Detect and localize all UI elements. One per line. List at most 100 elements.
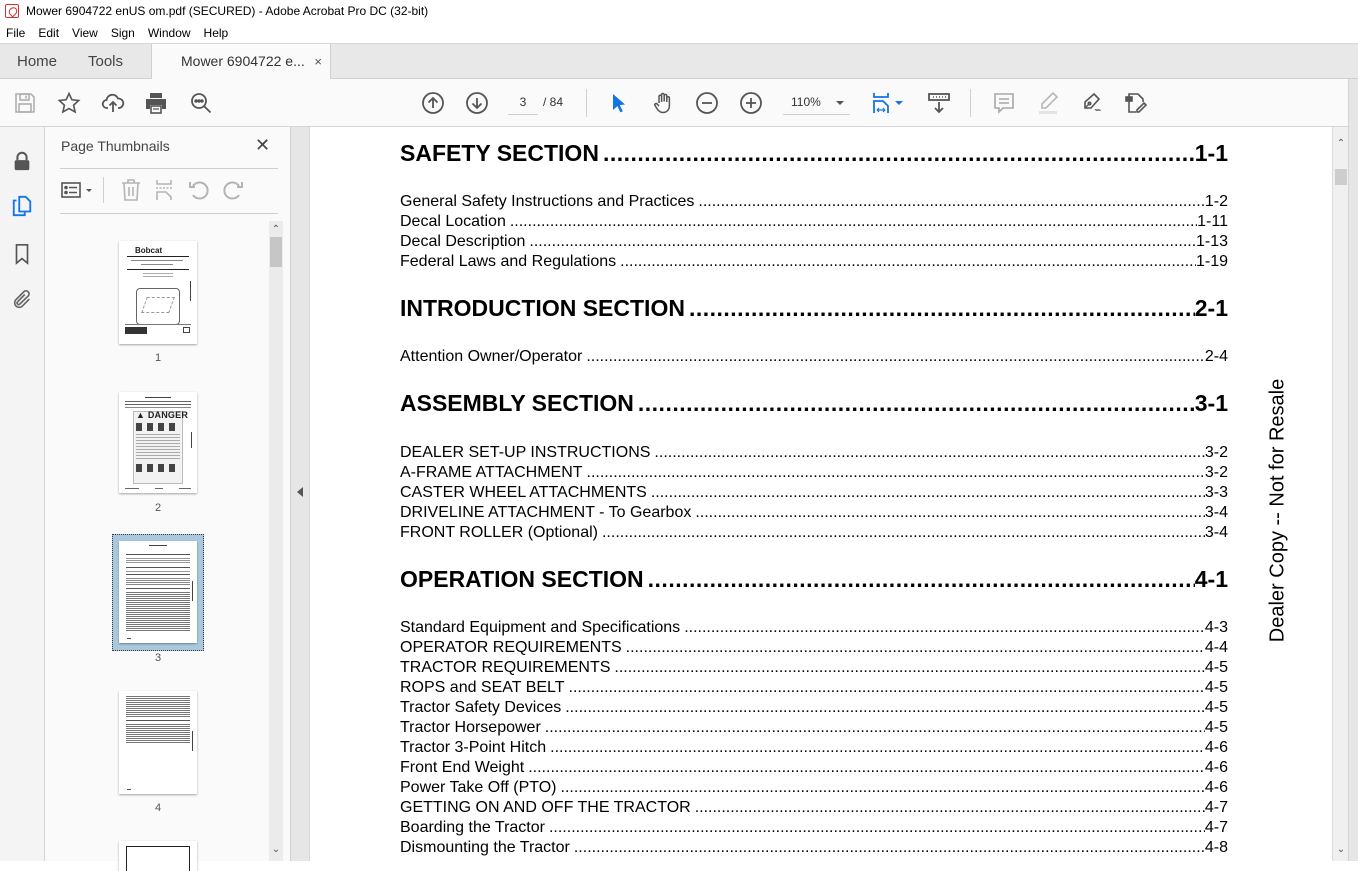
collapse-panel-icon[interactable] bbox=[297, 487, 303, 497]
toc-entry[interactable]: FRONT ROLLER (Optional)3-4 bbox=[400, 524, 1228, 542]
save-icon[interactable] bbox=[13, 91, 37, 115]
toc-entry[interactable]: Federal Laws and Regulations1-19 bbox=[400, 253, 1228, 271]
menu-edit[interactable]: Edit bbox=[32, 26, 66, 40]
toc-entry[interactable]: OPERATOR REQUIREMENTS4-4 bbox=[400, 639, 1228, 657]
page-thumbnail-2[interactable]: ▲ DANGER bbox=[119, 392, 197, 493]
toc-entry[interactable]: DEALER SET-UP INSTRUCTIONS3-2 bbox=[400, 444, 1228, 462]
bookmark-star-icon[interactable] bbox=[57, 91, 81, 115]
bookmark-icon[interactable] bbox=[10, 242, 34, 266]
upload-icon[interactable] bbox=[101, 91, 125, 115]
toc-entry[interactable]: Boarding the Tractor4-7 bbox=[400, 819, 1228, 837]
scroll-mode-icon[interactable] bbox=[927, 91, 951, 115]
thumbnail-brand: Bobcat bbox=[135, 246, 163, 255]
chevron-down-icon bbox=[836, 101, 844, 105]
page-thumbnail-3[interactable] bbox=[119, 541, 197, 643]
page-thumbnail-label: 3 bbox=[154, 652, 162, 664]
toc-section-heading[interactable]: SAFETY SECTION1-1 bbox=[400, 140, 1228, 167]
toc-section-heading[interactable]: INTRODUCTION SECTION2-1 bbox=[400, 295, 1228, 322]
toc-section-heading[interactable]: OPERATION SECTION4-1 bbox=[400, 566, 1228, 593]
tab-home[interactable]: Home bbox=[17, 44, 57, 79]
print-icon[interactable] bbox=[144, 91, 168, 115]
tab-bar: Home Tools Mower 6904722 e... × bbox=[0, 43, 1358, 80]
thumbnail-danger-banner: ▲ DANGER bbox=[136, 410, 189, 420]
next-page-icon[interactable] bbox=[465, 91, 489, 115]
toc-entry[interactable]: TRACTOR REQUIREMENTS4-5 bbox=[400, 659, 1228, 677]
sign-icon[interactable] bbox=[1080, 91, 1104, 115]
page-fit-icon[interactable] bbox=[871, 91, 895, 115]
hand-tool-icon[interactable] bbox=[651, 91, 675, 115]
search-zoom-icon[interactable] bbox=[189, 91, 213, 115]
attachment-icon[interactable] bbox=[10, 288, 34, 312]
edit-pdf-icon[interactable] bbox=[1124, 91, 1148, 115]
menu-sign[interactable]: Sign bbox=[105, 26, 142, 40]
scroll-down-icon[interactable]: ⌄ bbox=[269, 843, 283, 857]
previous-page-icon[interactable] bbox=[421, 91, 445, 115]
page-total: / 84 bbox=[543, 95, 564, 109]
panel-collapse-strip[interactable] bbox=[291, 127, 310, 861]
document-scrollbar[interactable]: ⌃ ⌄ bbox=[1332, 127, 1348, 861]
zoom-level-dropdown[interactable]: 110% bbox=[783, 91, 850, 115]
document-view[interactable]: SAFETY SECTION1-1 General Safety Instruc… bbox=[310, 127, 1332, 861]
lock-icon[interactable] bbox=[10, 149, 34, 173]
toc-entry[interactable]: Tractor Horsepower4-5 bbox=[400, 719, 1228, 737]
toc-entry[interactable]: Power Take Off (PTO)4-6 bbox=[400, 779, 1228, 797]
rotate-left-icon[interactable] bbox=[187, 178, 211, 202]
toc-entry[interactable]: ROPS and SEAT BELT4-5 bbox=[400, 679, 1228, 697]
tab-tools[interactable]: Tools bbox=[88, 44, 123, 79]
toc-entry[interactable]: Decal Description1-13 bbox=[400, 233, 1228, 251]
toc-entry[interactable]: General Safety Instructions and Practice… bbox=[400, 193, 1228, 211]
toc-entry[interactable]: Tractor 3-Point Hitch4-6 bbox=[400, 739, 1228, 757]
insert-page-icon[interactable] bbox=[152, 178, 176, 202]
page-thumbnail-5[interactable] bbox=[119, 841, 197, 871]
toc-entry[interactable]: DRIVELINE ATTACHMENT - To Gearbox3-4 bbox=[400, 504, 1228, 522]
thumbnail-options-icon[interactable] bbox=[60, 178, 94, 202]
menu-view[interactable]: View bbox=[66, 26, 105, 40]
close-panel-icon[interactable]: ✕ bbox=[255, 135, 270, 156]
toc-entry[interactable]: Attention Owner/Operator2-4 bbox=[400, 348, 1228, 366]
page-number-input[interactable]: 3 bbox=[508, 91, 538, 115]
tab-document-label: Mower 6904722 e... bbox=[181, 53, 305, 69]
toc-entry[interactable]: Front End Weight4-6 bbox=[400, 759, 1228, 777]
scrollbar-thumb[interactable] bbox=[270, 237, 282, 267]
scroll-up-icon[interactable]: ⌃ bbox=[1333, 137, 1349, 151]
page-thumbnail-label: 2 bbox=[154, 502, 162, 514]
page-thumbnail-4[interactable] bbox=[119, 691, 197, 794]
toc-section-heading[interactable]: ASSEMBLY SECTION3-1 bbox=[400, 390, 1228, 417]
scroll-down-icon[interactable]: ⌄ bbox=[1333, 843, 1349, 857]
tab-document[interactable]: Mower 6904722 e... × bbox=[151, 44, 331, 80]
zoom-out-icon[interactable] bbox=[695, 91, 719, 115]
menu-file[interactable]: File bbox=[0, 26, 32, 40]
toc-entry[interactable]: Decal Location1-11 bbox=[400, 213, 1228, 231]
scrollbar-thumb[interactable] bbox=[1335, 169, 1347, 185]
zoom-in-icon[interactable] bbox=[739, 91, 763, 115]
select-cursor-icon[interactable] bbox=[607, 91, 631, 115]
page-thumbnails-icon[interactable] bbox=[10, 194, 34, 218]
comment-icon[interactable] bbox=[992, 91, 1016, 115]
toc-entry[interactable]: Standard Equipment and Specifications4-3 bbox=[400, 619, 1228, 637]
zoom-level-value: 110% bbox=[791, 95, 821, 109]
acrobat-icon bbox=[5, 4, 19, 18]
left-rail bbox=[0, 127, 45, 861]
toc-entry[interactable]: CASTER WHEEL ATTACHMENTS3-3 bbox=[400, 484, 1228, 502]
page-thumbnail-label: 4 bbox=[154, 802, 162, 814]
right-panel-edge bbox=[1348, 79, 1358, 861]
delete-page-icon[interactable] bbox=[119, 178, 143, 202]
toc-entry[interactable]: GETTING ON AND OFF THE TRACTOR4-7 bbox=[400, 799, 1228, 817]
page-fit-dropdown-icon[interactable] bbox=[893, 91, 905, 115]
toc-entry[interactable]: Tractor Safety Devices4-5 bbox=[400, 699, 1228, 717]
panel-tool-divider bbox=[103, 177, 104, 203]
menu-window[interactable]: Window bbox=[142, 26, 198, 40]
toolbar-divider bbox=[586, 89, 587, 117]
menu-bar: File Edit View Sign Window Help bbox=[0, 22, 1358, 43]
highlight-icon[interactable] bbox=[1036, 91, 1060, 115]
title-bar: Mower 6904722 enUS om.pdf (SECURED) - Ad… bbox=[0, 0, 1358, 22]
thumbnails-scrollbar[interactable]: ⌃ ⌄ bbox=[269, 221, 283, 861]
toc-entry[interactable]: A-FRAME ATTACHMENT3-2 bbox=[400, 464, 1228, 482]
window-title: Mower 6904722 enUS om.pdf (SECURED) - Ad… bbox=[26, 4, 429, 18]
close-tab-icon[interactable]: × bbox=[314, 44, 322, 79]
toc-entry[interactable]: Dismounting the Tractor4-8 bbox=[400, 839, 1228, 857]
page-thumbnail-1[interactable]: Bobcat bbox=[119, 241, 197, 344]
scroll-up-icon[interactable]: ⌃ bbox=[269, 223, 283, 237]
rotate-right-icon[interactable] bbox=[221, 178, 245, 202]
menu-help[interactable]: Help bbox=[198, 26, 236, 40]
